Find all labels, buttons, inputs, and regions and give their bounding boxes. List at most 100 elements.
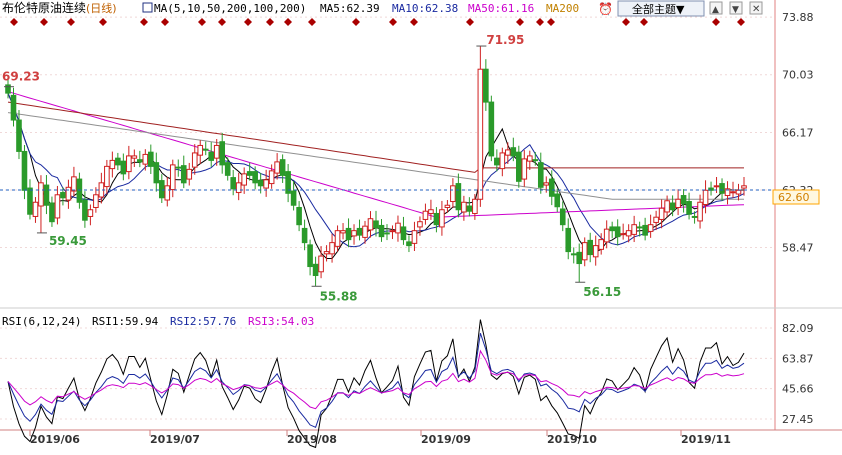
- rsi-tick-label: 45.66: [782, 383, 814, 396]
- candle-body: [565, 227, 572, 253]
- alarm-clock-icon[interactable]: ⏰: [598, 1, 613, 16]
- close-icon: ✕: [752, 4, 760, 15]
- event-marker-icon: [99, 18, 107, 26]
- candle-body: [675, 198, 681, 208]
- candle-body: [263, 179, 269, 189]
- ma5-value: MA5:62.39: [320, 2, 380, 15]
- candlesticks[interactable]: [5, 46, 747, 287]
- candle-body: [647, 224, 654, 232]
- candle-body: [614, 226, 621, 238]
- candle-body: [104, 165, 110, 188]
- candle-body: [318, 255, 324, 273]
- candle-body: [279, 159, 286, 176]
- candle-body: [483, 68, 489, 103]
- candle-body: [609, 226, 615, 232]
- candle-body: [713, 185, 720, 188]
- candle-body: [296, 206, 302, 226]
- candle-body: [202, 148, 209, 151]
- x-tick-label: 2019/11: [681, 433, 731, 446]
- event-marker-icon: [622, 18, 630, 26]
- rsi-tick-label: 63.87: [782, 352, 814, 365]
- event-markers[interactable]: [10, 18, 745, 26]
- candle-body: [576, 251, 583, 265]
- candle-body: [466, 205, 473, 212]
- rsi-grid: 82.09 63.87 45.66 27.45: [0, 322, 814, 426]
- price-grid: 73.8870.0366.1762.3258.47: [0, 11, 814, 255]
- candle-body: [257, 180, 264, 187]
- candle-body: [186, 168, 193, 180]
- candle-body: [532, 159, 539, 162]
- candle-body: [389, 230, 396, 233]
- event-marker-icon: [67, 18, 75, 26]
- candle-body: [680, 195, 687, 205]
- candle-body: [741, 185, 747, 189]
- ma-checkbox-icon[interactable]: [142, 2, 153, 13]
- rsi-tick-label: 27.45: [782, 413, 814, 426]
- rsi-lines: [7, 319, 745, 449]
- candle-body: [543, 182, 550, 186]
- candle-body: [109, 159, 116, 170]
- candle-body: [428, 209, 434, 214]
- candle-body: [636, 226, 643, 229]
- candle-body: [235, 182, 242, 194]
- candle-body: [450, 185, 456, 203]
- current-price-value: 62.60: [778, 191, 810, 204]
- candle-body: [169, 164, 176, 191]
- candle-body: [213, 144, 220, 159]
- candle-body: [60, 192, 66, 199]
- x-tick-label: 2019/08: [287, 433, 337, 446]
- y-tick-label: 70.03: [782, 69, 814, 82]
- candle-body: [21, 150, 28, 191]
- ma10-value: MA10:62.38: [392, 2, 458, 15]
- period-label[interactable]: (日线): [86, 1, 117, 15]
- x-tick-label: 2019/09: [421, 433, 471, 446]
- candle-body: [301, 227, 308, 244]
- candle-body: [554, 193, 561, 208]
- candle-body: [488, 101, 495, 157]
- candle-body: [208, 151, 215, 161]
- candle-body: [241, 173, 247, 186]
- candle-body: [411, 230, 418, 244]
- candle-body: [548, 178, 555, 197]
- candle-body: [137, 159, 143, 163]
- event-marker-icon: [161, 18, 169, 26]
- rsi2-line: [7, 333, 745, 428]
- candle-body: [373, 220, 379, 229]
- candle-body: [494, 157, 500, 166]
- candle-body: [32, 201, 39, 217]
- candle-body: [559, 208, 566, 226]
- candle-body: [587, 239, 594, 256]
- candle-body: [27, 187, 33, 215]
- y-tick-label: 73.88: [782, 11, 814, 24]
- event-marker-icon: [352, 18, 360, 26]
- candle-body: [224, 162, 231, 176]
- candle-body: [658, 207, 665, 220]
- event-marker-icon: [640, 18, 648, 26]
- candle-body: [290, 190, 297, 206]
- candle-body: [252, 171, 258, 184]
- candle-body: [526, 155, 533, 162]
- event-marker-icon: [547, 18, 555, 26]
- candle-body: [620, 233, 626, 236]
- candle-body: [422, 210, 429, 220]
- candle-body: [340, 230, 346, 234]
- candle-body: [230, 177, 236, 190]
- ma50-value: MA50:61.16: [468, 2, 534, 15]
- candle-body: [274, 161, 280, 174]
- candle-body: [697, 201, 703, 222]
- candle-body: [625, 230, 632, 237]
- rsi2-value: RSI2:57.76: [170, 315, 236, 328]
- candle-body: [367, 218, 374, 231]
- candle-body: [351, 230, 357, 237]
- candle-body: [395, 222, 401, 234]
- candle-body: [71, 176, 77, 192]
- ma-settings-label: MA(5,10,50,200,100,200): [154, 2, 306, 15]
- event-marker-icon: [516, 18, 524, 26]
- event-marker-icon: [536, 18, 544, 26]
- candle-body: [191, 152, 198, 168]
- candle-body: [334, 230, 341, 247]
- rsi-tick-label: 82.09: [782, 322, 814, 335]
- candle-body: [312, 263, 319, 277]
- candle-body: [455, 183, 462, 211]
- candle-body: [197, 144, 204, 156]
